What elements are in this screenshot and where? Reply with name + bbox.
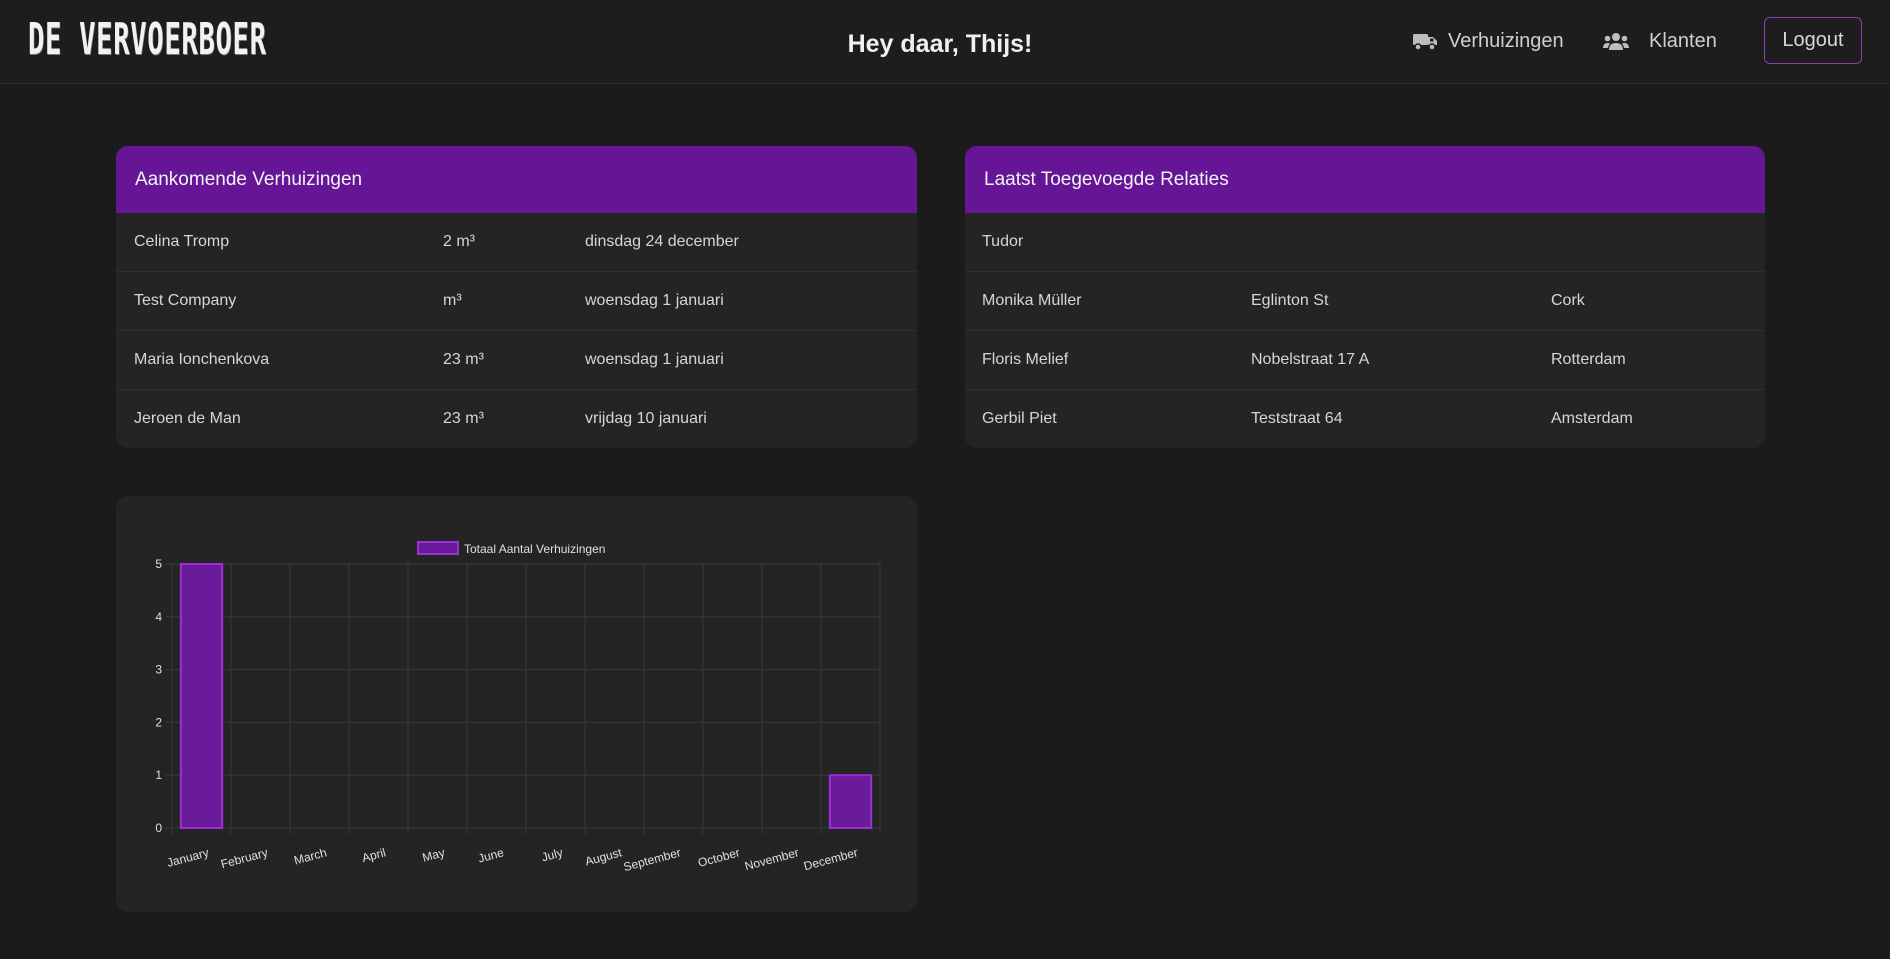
x-tick-label: December <box>802 845 859 873</box>
y-tick-label: 3 <box>155 663 162 677</box>
relation-city: Cork <box>1551 292 1585 309</box>
x-tick-label: February <box>219 845 269 871</box>
relation-street: Teststraat 64 <box>1251 410 1343 427</box>
x-tick-label: July <box>540 845 564 864</box>
bar <box>828 774 873 830</box>
moves-bar-chart: 0 1 2 3 4 5 January February March April May June Ju… <box>155 541 881 874</box>
move-date: woensdag 1 januari <box>585 292 724 309</box>
move-client-name: Celina Tromp <box>134 233 230 250</box>
legend-swatch <box>417 541 459 555</box>
nav-moves-label: Verhuizingen <box>1448 29 1564 52</box>
move-volume: m³ <box>443 292 462 309</box>
latest-relations-card: Laatst Toegevoegde Relaties Tudor Monika… <box>965 146 1765 448</box>
move-client-name: Maria Ionchenkova <box>134 351 270 368</box>
users-icon <box>1603 31 1629 51</box>
upcoming-move-row[interactable]: Maria Ionchenkova 23 m³ woensdag 1 janua… <box>116 331 917 390</box>
x-tick-label: September <box>622 845 682 874</box>
logout-button[interactable]: Logout <box>1764 17 1862 64</box>
relation-row[interactable]: Gerbil Piet Teststraat 64 Amsterdam <box>965 390 1765 448</box>
move-volume: 23 m³ <box>443 410 484 427</box>
truck-icon <box>1412 31 1438 51</box>
relation-name: Floris Melief <box>982 351 1069 368</box>
nav-clients-label: Klanten <box>1649 29 1717 52</box>
relation-city: Rotterdam <box>1551 351 1626 368</box>
move-date: woensdag 1 januari <box>585 351 724 368</box>
latest-relations-title: Laatst Toegevoegde Relaties <box>965 146 1765 213</box>
x-tick-label: June <box>477 845 506 865</box>
move-date: dinsdag 24 december <box>585 233 739 250</box>
x-tick-label: May <box>421 845 447 864</box>
x-tick-label: January <box>165 845 210 870</box>
relation-row[interactable]: Floris Melief Nobelstraat 17 A Rotterdam <box>965 331 1765 390</box>
move-client-name: Test Company <box>134 292 237 309</box>
x-tick-label: April <box>360 845 387 865</box>
x-tick-label: March <box>292 845 328 867</box>
nav-clients-link[interactable]: Klanten <box>1603 26 1717 56</box>
y-tick-label: 5 <box>155 557 162 571</box>
relation-street: Eglinton St <box>1251 292 1329 309</box>
y-tick-label: 2 <box>155 715 162 729</box>
legend-label: Totaal Aantal Verhuizingen <box>464 542 605 556</box>
move-volume: 2 m³ <box>443 233 475 250</box>
y-tick-label: 4 <box>155 610 162 624</box>
move-date: vrijdag 10 januari <box>585 410 707 427</box>
relation-row[interactable]: Tudor <box>965 213 1765 272</box>
bar <box>179 563 224 829</box>
top-navbar: DE VERVOERBOER Hey daar, Thijs! Verhuizi… <box>0 0 1890 84</box>
relation-street: Nobelstraat 17 A <box>1251 351 1370 368</box>
nav-moves-link[interactable]: Verhuizingen <box>1412 26 1564 56</box>
upcoming-moves-card: Aankomende Verhuizingen Celina Tromp 2 m… <box>116 146 917 448</box>
x-tick-label: October <box>696 845 741 870</box>
move-volume: 23 m³ <box>443 351 484 368</box>
upcoming-move-row[interactable]: Jeroen de Man 23 m³ vrijdag 10 januari <box>116 390 917 448</box>
moves-chart-card: 0 1 2 3 4 5 January February March April May June Ju… <box>116 496 917 912</box>
greeting-text: Hey daar, Thijs! <box>847 30 1033 58</box>
x-tick-label: August <box>584 845 624 868</box>
upcoming-moves-title: Aankomende Verhuizingen <box>116 146 917 213</box>
relation-city: Amsterdam <box>1551 410 1633 427</box>
relation-name: Tudor <box>982 233 1024 250</box>
x-tick-label: November <box>743 845 800 873</box>
upcoming-move-row[interactable]: Test Company m³ woensdag 1 januari <box>116 272 917 331</box>
move-client-name: Jeroen de Man <box>134 410 241 427</box>
relation-row[interactable]: Monika Müller Eglinton St Cork <box>965 272 1765 331</box>
upcoming-move-row[interactable]: Celina Tromp 2 m³ dinsdag 24 december <box>116 213 917 272</box>
relation-name: Monika Müller <box>982 292 1082 309</box>
y-tick-label: 0 <box>155 821 162 835</box>
y-tick-label: 1 <box>155 768 162 782</box>
relation-name: Gerbil Piet <box>982 410 1057 427</box>
